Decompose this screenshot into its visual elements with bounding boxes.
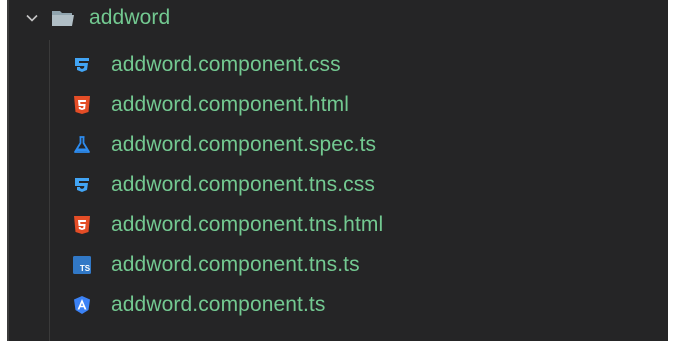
file-label: addword.component.tns.ts [111, 253, 360, 276]
folder-open-icon [51, 9, 75, 27]
typescript-icon: TS [71, 254, 93, 276]
file-label: addword.component.html [111, 93, 349, 116]
file-label: addword.component.tns.html [111, 213, 384, 236]
file-explorer: addword addword.component.css addword.co… [9, 0, 668, 341]
file-label: addword.component.css [111, 53, 341, 76]
angular-icon [71, 294, 93, 316]
html-icon [71, 214, 93, 236]
folder-row-addword[interactable]: addword [9, 0, 668, 38]
file-row-spec[interactable]: addword.component.spec.ts [9, 125, 668, 165]
file-row-html[interactable]: addword.component.html [9, 85, 668, 125]
css-icon [71, 174, 93, 196]
file-label: addword.component.ts [111, 293, 326, 316]
test-flask-icon [71, 134, 93, 156]
file-label: addword.component.spec.ts [111, 133, 377, 156]
file-row-ts[interactable]: addword.component.ts [9, 285, 668, 325]
file-row-css[interactable]: addword.component.css [9, 45, 668, 85]
chevron-down-icon[interactable] [23, 9, 41, 27]
svg-text:TS: TS [80, 264, 91, 273]
html-icon [71, 94, 93, 116]
css-icon [71, 54, 93, 76]
file-row-tns-ts[interactable]: TS addword.component.tns.ts [9, 245, 668, 285]
file-row-tns-css[interactable]: addword.component.tns.css [9, 165, 668, 205]
file-label: addword.component.tns.css [111, 173, 375, 196]
folder-label: addword [89, 6, 171, 29]
screenshot-panel: addword addword.component.css addword.co… [0, 0, 673, 341]
file-row-tns-html[interactable]: addword.component.tns.html [9, 205, 668, 245]
